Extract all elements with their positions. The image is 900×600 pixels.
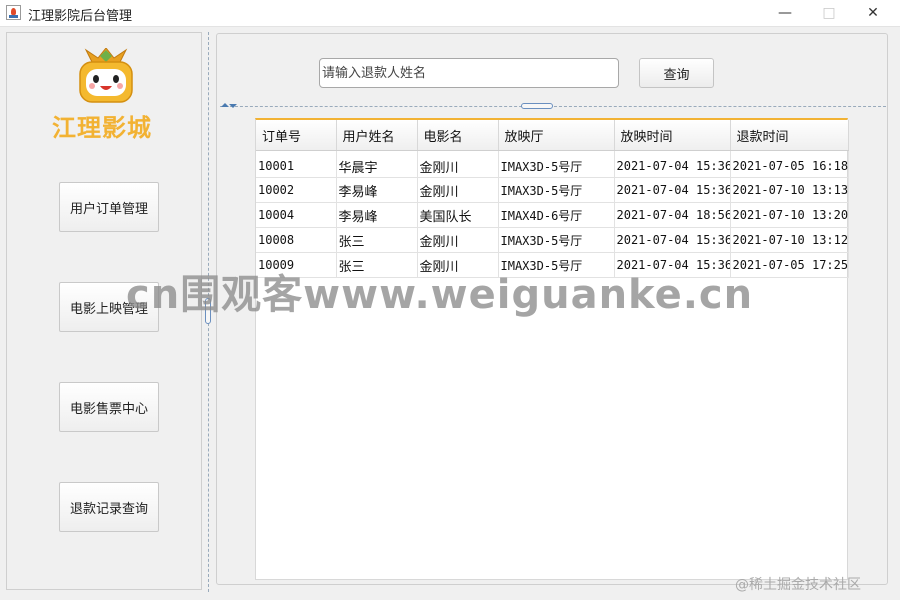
- corner-watermark: @稀土掘金技术社区: [735, 577, 861, 593]
- column-header-hall[interactable]: 放映厅: [498, 120, 615, 151]
- cell-hall: IMAX3D-5号厅: [498, 177, 615, 203]
- refund-name-search-input[interactable]: [319, 58, 619, 88]
- cell-user-name: 张三: [336, 227, 418, 253]
- title-bar: 江理影院后台管理 — □ ✕: [0, 0, 900, 27]
- cell-movie-name: 金刚川: [417, 150, 499, 178]
- query-button[interactable]: 查询: [639, 58, 714, 88]
- cell-user-name: 李易峰: [336, 177, 418, 203]
- table-row[interactable]: 10001 华晨宇 金刚川 IMAX3D-5号厅 2021-07-04 15:3…: [256, 150, 849, 178]
- window-title: 江理影院后台管理: [28, 9, 133, 24]
- cell-show-time: 2021-07-04 18:56: [614, 202, 731, 228]
- cell-show-time: 2021-07-04 15:36: [614, 177, 731, 203]
- cell-hall: IMAX3D-5号厅: [498, 227, 615, 253]
- column-header-movie-name[interactable]: 电影名: [417, 120, 499, 151]
- cell-movie-name: 金刚川: [417, 227, 499, 253]
- cell-hall: IMAX3D-5号厅: [498, 150, 615, 178]
- refund-table: 订单号 用户姓名 电影名 放映厅 放映时间 退款时间 10001 华晨宇 金刚川…: [255, 118, 849, 580]
- user-order-management-button[interactable]: 用户订单管理: [59, 182, 159, 232]
- maximize-button[interactable]: □: [806, 0, 852, 26]
- cell-order-id: 10002: [256, 177, 337, 203]
- cell-hall: IMAX4D-6号厅: [498, 202, 615, 228]
- logo-text: 江理影城: [52, 114, 152, 142]
- cell-order-id: 10001: [256, 150, 337, 178]
- column-header-show-time[interactable]: 放映时间: [614, 120, 731, 151]
- site-watermark: cn围观客www.weiguanke.cn: [126, 272, 754, 318]
- ticket-sales-center-button[interactable]: 电影售票中心: [59, 382, 159, 432]
- horizontal-splitter[interactable]: [220, 106, 886, 107]
- cell-order-id: 10004: [256, 202, 337, 228]
- cell-movie-name: 金刚川: [417, 177, 499, 203]
- cell-user-name: 李易峰: [336, 202, 418, 228]
- cell-user-name: 华晨宇: [336, 150, 418, 178]
- table-row[interactable]: 10004 李易峰 美国队长 IMAX4D-6号厅 2021-07-04 18:…: [256, 202, 849, 228]
- java-cup-icon: [6, 5, 21, 20]
- splitter-arrows-icon[interactable]: [221, 101, 237, 109]
- column-header-refund-time[interactable]: 退款时间: [730, 120, 849, 151]
- cell-refund-time: 2021-07-10 13:20: [730, 202, 849, 228]
- cell-show-time: 2021-07-04 15:36: [614, 150, 731, 178]
- close-button[interactable]: ✕: [850, 0, 896, 26]
- column-header-user-name[interactable]: 用户姓名: [336, 120, 418, 151]
- pineapple-mascot-icon: [79, 48, 133, 103]
- cell-refund-time: 2021-07-10 13:12: [730, 227, 849, 253]
- refund-records-button[interactable]: 退款记录查询: [59, 482, 159, 532]
- cell-movie-name: 美国队长: [417, 202, 499, 228]
- cell-show-time: 2021-07-04 15:36: [614, 227, 731, 253]
- table-header-row: 订单号 用户姓名 电影名 放映厅 放映时间 退款时间: [256, 120, 849, 151]
- table-row[interactable]: 10008 张三 金刚川 IMAX3D-5号厅 2021-07-04 15:36…: [256, 227, 849, 253]
- cell-order-id: 10008: [256, 227, 337, 253]
- column-header-order-id[interactable]: 订单号: [256, 120, 337, 151]
- cell-refund-time: 2021-07-10 13:13: [730, 177, 849, 203]
- table-row[interactable]: 10002 李易峰 金刚川 IMAX3D-5号厅 2021-07-04 15:3…: [256, 177, 849, 203]
- cell-refund-time: 2021-07-05 16:18: [730, 150, 849, 178]
- minimize-button[interactable]: —: [762, 0, 808, 26]
- horizontal-splitter-handle[interactable]: [521, 103, 553, 109]
